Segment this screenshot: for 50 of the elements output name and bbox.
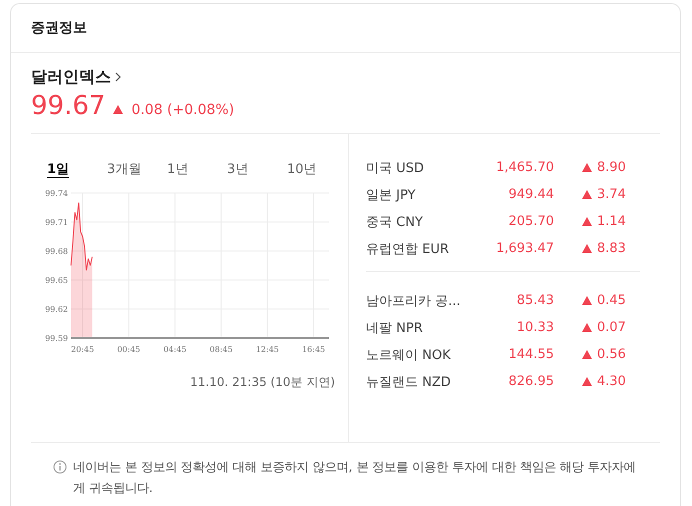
index-price: 99.67	[31, 91, 106, 121]
change-value: 0.56	[597, 347, 626, 362]
change-value: 8.90	[597, 160, 626, 175]
period-tab[interactable]: 1년	[167, 158, 227, 180]
x-axis-label: 00:45	[117, 345, 140, 354]
info-icon	[53, 460, 67, 474]
exchange-rate: 144.55	[508, 347, 554, 362]
period-tab[interactable]: 3년	[227, 158, 287, 180]
x-axis-label: 12:45	[256, 345, 279, 354]
currency-name[interactable]: 미국 USD	[366, 158, 466, 176]
exchange-rate: 949.44	[508, 187, 554, 202]
change-value: 0.07	[597, 320, 626, 335]
timestamp: 11.10. 21:35 (10분 지연)	[190, 375, 335, 389]
y-axis-label: 99.65	[45, 276, 68, 285]
y-axis-label: 99.68	[45, 247, 68, 256]
change-value: 8.83	[597, 241, 626, 256]
period-tab[interactable]: 3개월	[107, 158, 167, 180]
x-axis-label: 08:45	[210, 345, 233, 354]
period-tab[interactable]: 10년	[287, 158, 347, 180]
currency-name[interactable]: 유럽연합 EUR	[366, 240, 466, 258]
index-change: 0.08 (+0.08%)	[131, 102, 234, 118]
section-title: 증권정보	[31, 19, 87, 37]
currency-name[interactable]: 뉴질랜드 NZD	[366, 372, 466, 390]
change-value: 3.74	[597, 187, 626, 202]
index-name[interactable]: 달러인덱스	[31, 66, 111, 88]
chevron-icon[interactable]	[115, 72, 121, 82]
exchange-rate: 205.70	[508, 214, 554, 229]
change-value: 1.14	[597, 214, 626, 229]
period-tab[interactable]: 1일	[47, 158, 107, 180]
exchange-rate: 826.95	[508, 374, 554, 389]
y-axis-label: 99.71	[45, 218, 68, 227]
disclaimer-text: 네이버는 본 정보의 정확성에 대해 보증하지 않으며, 본 정보를 이용한 투자에 대한 책임은 해당 투자자에게 귀속됩니다.	[73, 459, 637, 497]
x-axis-label: 04:45	[163, 345, 186, 354]
currency-name[interactable]: 중국 CNY	[366, 212, 466, 230]
currency-name[interactable]: 노르웨이 NOK	[366, 346, 466, 364]
change-value: 0.45	[597, 293, 626, 308]
x-axis-label: 20:45	[71, 345, 94, 354]
currency-name[interactable]: 남아프리카 공...	[366, 292, 466, 310]
exchange-rate: 1,693.47	[495, 241, 554, 256]
exchange-rate: 10.33	[516, 320, 554, 335]
y-axis-label: 99.74	[45, 189, 68, 198]
currency-name[interactable]: 네팔 NPR	[366, 318, 466, 336]
currency-name[interactable]: 일본 JPY	[366, 186, 466, 204]
x-axis-label: 16:45	[302, 345, 326, 354]
price-line	[70, 202, 93, 271]
change-value: 4.30	[597, 374, 626, 389]
exchange-rate: 1,465.70	[495, 160, 554, 175]
y-axis-label: 99.62	[45, 305, 68, 314]
exchange-rate: 85.43	[516, 293, 554, 308]
y-axis-label: 99.59	[45, 334, 68, 343]
